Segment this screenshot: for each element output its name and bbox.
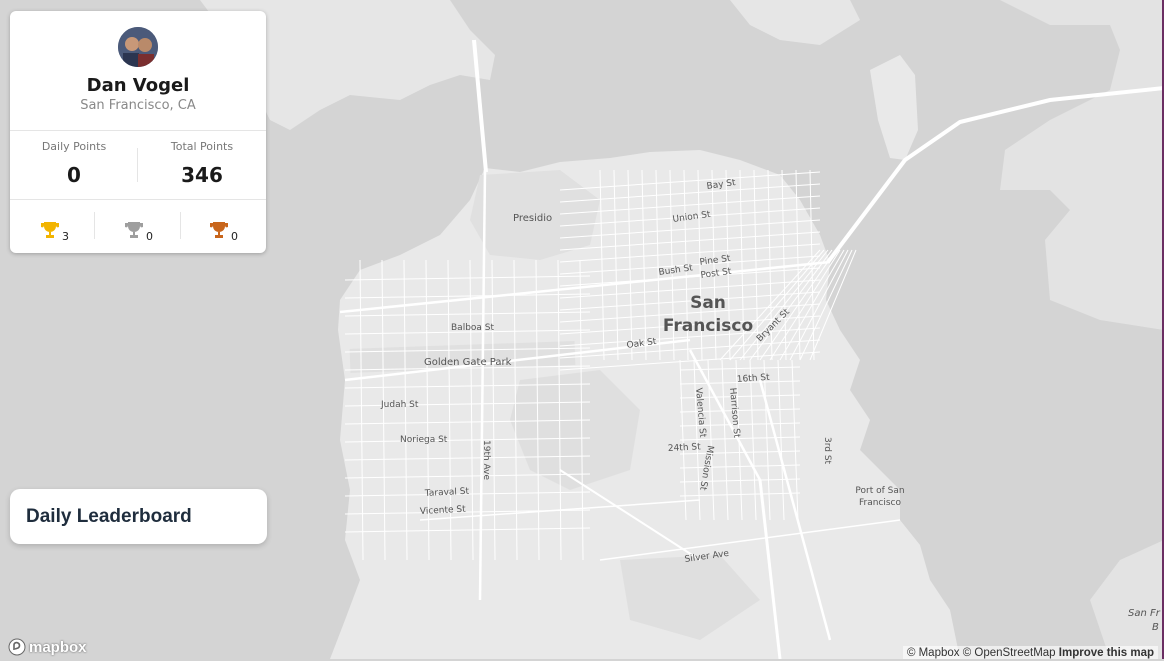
gold-trophy: 3	[40, 220, 80, 250]
label-balboa-st: Balboa St	[451, 323, 494, 333]
divider	[180, 212, 181, 239]
mapbox-logo-text: mapbox	[29, 638, 87, 656]
daily-points-value: 0	[67, 163, 81, 187]
label-golden-gate-park: Golden Gate Park	[424, 357, 512, 368]
divider	[10, 199, 266, 200]
silver-trophy: 0	[124, 220, 164, 250]
label-presidio: Presidio	[513, 213, 552, 224]
improve-map-link[interactable]: Improve this map	[1059, 647, 1154, 659]
daily-points-label: Daily Points	[41, 140, 107, 153]
label-noriega-st: Noriega St	[400, 435, 448, 445]
trophy-silver-icon	[125, 222, 143, 238]
profile-card: Dan Vogel San Francisco, CA Daily Points…	[10, 11, 266, 253]
label-24th-st: 24th St	[668, 442, 702, 454]
total-points-value: 346	[181, 163, 223, 187]
gold-count: 3	[62, 230, 69, 243]
label-city-2: Francisco	[663, 316, 753, 336]
mapbox-logo[interactable]: mapbox	[8, 637, 87, 657]
label-port: Port of San	[855, 486, 904, 496]
attribution-text: © Mapbox © OpenStreetMap	[906, 647, 1056, 659]
label-port-2: Francisco	[859, 498, 902, 508]
daily-leaderboard-title: Daily Leaderboard	[26, 506, 192, 527]
trophy-bronze-icon	[210, 222, 228, 238]
bronze-trophy: 0	[209, 220, 249, 250]
label-19th-ave: 19th Ave	[481, 440, 491, 481]
total-points-label: Total Points	[170, 140, 234, 153]
label-judah-st: Judah St	[380, 400, 419, 410]
bronze-count: 0	[231, 230, 238, 243]
label-sanfr-partial-2: B	[1152, 622, 1159, 633]
map-attribution: © Mapbox © OpenStreetMap Improve this ma…	[902, 646, 1158, 659]
daily-leaderboard-button[interactable]: Daily Leaderboard	[10, 489, 267, 544]
divider	[94, 212, 95, 239]
trophy-gold-icon	[41, 222, 59, 238]
divider	[10, 130, 266, 131]
mapbox-logo-icon	[8, 638, 26, 656]
silver-count: 0	[146, 230, 153, 243]
avatar[interactable]	[118, 27, 158, 67]
label-city: San	[690, 293, 726, 313]
label-sanfr-partial: San Fr	[1128, 608, 1161, 619]
profile-location: San Francisco, CA	[80, 98, 196, 113]
profile-name: Dan Vogel	[86, 75, 190, 96]
label-3rd-st: 3rd St	[822, 437, 832, 465]
